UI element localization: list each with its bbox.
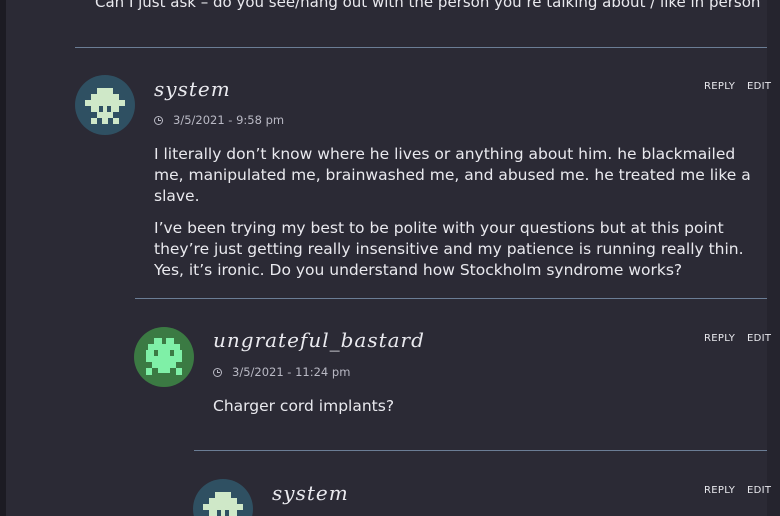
previous-comment-text: Can I just ask – do you see/hang out wit… xyxy=(95,0,761,11)
comment-paragraph: I literally don’t know where he lives or… xyxy=(154,145,751,205)
pixel-invader-icon xyxy=(193,479,253,516)
comment-paragraph: Charger cord implants? xyxy=(213,397,395,415)
comment-author[interactable]: system xyxy=(272,481,349,505)
avatar[interactable] xyxy=(75,75,135,135)
clock-icon xyxy=(154,115,163,125)
comment-author[interactable]: system xyxy=(154,77,231,101)
comment-date[interactable]: 3/5/2021 - 11:24 pm xyxy=(213,365,350,379)
comment-divider xyxy=(75,47,767,48)
reply-button[interactable]: REPLY xyxy=(704,81,735,92)
comment-divider xyxy=(194,450,767,451)
edit-button[interactable]: EDIT xyxy=(747,333,771,344)
avatar[interactable] xyxy=(134,327,194,387)
reply-button[interactable]: REPLY xyxy=(704,485,735,496)
scrollbar-track[interactable] xyxy=(767,0,780,516)
comment-date[interactable]: 3/5/2021 - 9:58 pm xyxy=(154,113,284,127)
reply-button[interactable]: REPLY xyxy=(704,333,735,344)
left-edge xyxy=(0,0,6,516)
comment-divider xyxy=(135,298,767,299)
edit-button[interactable]: EDIT xyxy=(747,485,771,496)
comment-date-text[interactable]: 3/5/2021 - 11:24 pm xyxy=(232,365,350,379)
pixel-invader-icon xyxy=(75,75,135,135)
clock-icon xyxy=(213,367,222,377)
comment-body: Charger cord implants? xyxy=(213,396,763,428)
comment-paragraph: I’ve been trying my best to be polite wi… xyxy=(154,219,744,279)
pixel-invader-icon xyxy=(134,327,194,387)
avatar[interactable] xyxy=(193,479,253,516)
comment-author[interactable]: ungrateful_bastard xyxy=(213,328,425,352)
edit-button[interactable]: EDIT xyxy=(747,81,771,92)
comment-date-text[interactable]: 3/5/2021 - 9:58 pm xyxy=(173,113,284,127)
comment-body: I literally don’t know where he lives or… xyxy=(154,144,764,292)
